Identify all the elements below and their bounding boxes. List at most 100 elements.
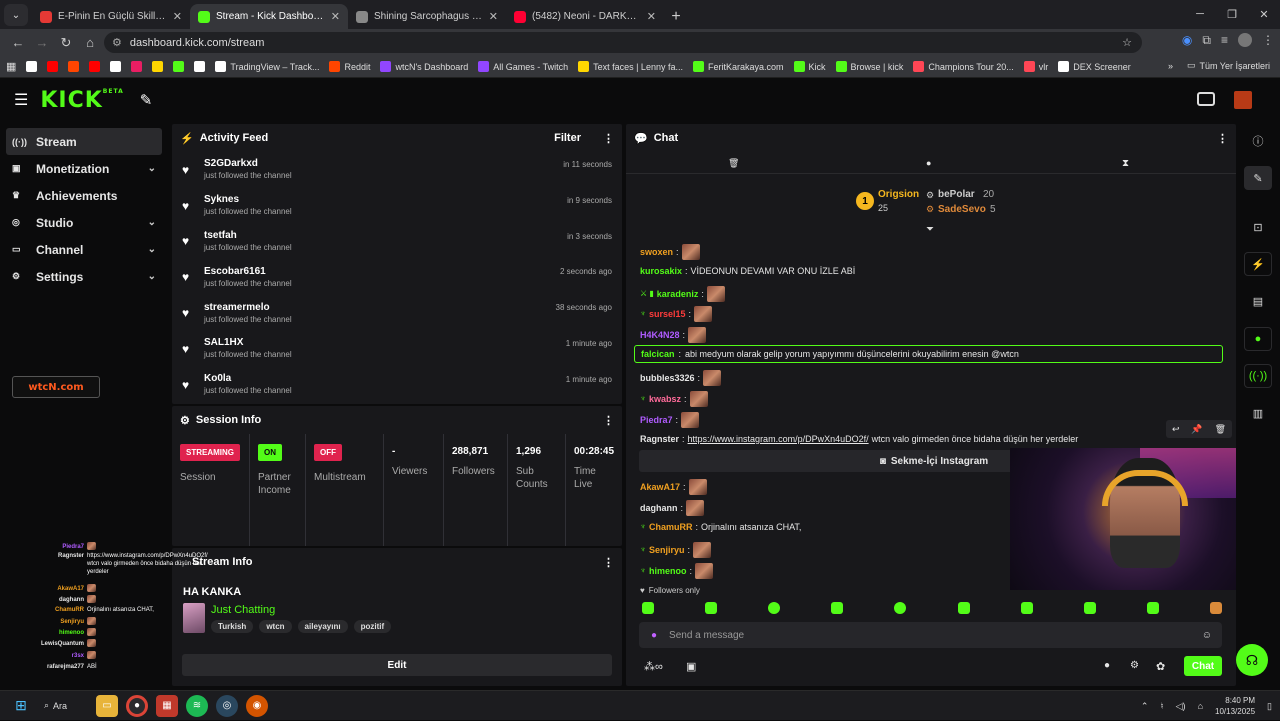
chevron-down-icon[interactable]: ⌄ (148, 217, 156, 228)
back-icon[interactable]: ← (6, 35, 30, 50)
leader-2-name[interactable]: bePolar (938, 189, 975, 200)
bookmark-star-icon[interactable]: ☆ (1122, 36, 1132, 49)
quick-emote[interactable] (1083, 602, 1096, 614)
bookmark-item[interactable]: FeritKarakaya.com (692, 61, 784, 72)
quick-emote[interactable] (768, 602, 781, 614)
reply-icon[interactable]: ↩ (1172, 424, 1180, 435)
bookmark-item[interactable]: TradingView – Track... (215, 61, 319, 72)
follower-name[interactable]: SAL1HX (204, 337, 292, 349)
bookmark-item[interactable]: DEX Screener (1058, 61, 1131, 72)
partner-on-badge[interactable]: ON (258, 444, 282, 461)
bookmark-item[interactable] (194, 61, 206, 72)
bookmark-item[interactable] (173, 61, 185, 72)
chrome-icon[interactable]: ● (126, 694, 148, 717)
tab-close-icon[interactable]: ✕ (647, 10, 656, 23)
quick-emote[interactable] (831, 602, 844, 614)
leader-1-name[interactable]: Origsion (878, 189, 919, 200)
emoji-picker-icon[interactable]: ☺ (1202, 630, 1212, 641)
support-fab[interactable]: ☊ (1236, 644, 1268, 676)
delete-icon[interactable]: 🗑 (1215, 424, 1226, 435)
browser-tab[interactable]: E-Pinin En Güçlü Skilli - Pindirin ✕ (32, 4, 190, 29)
bookmark-item[interactable]: Reddit (329, 61, 370, 72)
quick-emote[interactable] (1146, 602, 1159, 614)
close-window-button[interactable]: ✕ (1248, 0, 1280, 28)
site-info-icon[interactable]: ⚙ (112, 36, 122, 49)
more-bookmarks-icon[interactable]: » (1168, 61, 1173, 71)
bookmark-item[interactable] (131, 61, 143, 72)
follower-name[interactable]: Escobar6161 (204, 266, 292, 278)
volume-icon[interactable]: ◁) (1176, 701, 1186, 712)
tab-close-icon[interactable]: ✕ (489, 10, 498, 23)
filter-button[interactable]: Filter (554, 132, 581, 144)
browser-menu-icon[interactable]: ⋮ (1262, 33, 1274, 48)
quick-emote[interactable] (957, 602, 970, 614)
send-chat-button[interactable]: Chat (1184, 656, 1222, 676)
activity-menu-icon[interactable]: ⋮ (603, 132, 614, 145)
chat-username[interactable]: Piedra7 (640, 414, 673, 426)
sidebar-item-settings[interactable]: ⚙ Settings ⌄ (6, 263, 162, 290)
sidebar-item-achievements[interactable]: ♛ Achievements (6, 182, 162, 209)
reload-icon[interactable]: ↻ (54, 35, 78, 51)
tab-search-button[interactable]: ⌄ (4, 4, 28, 26)
follower-name[interactable]: Ko0la (204, 373, 292, 385)
chevron-down-icon[interactable]: ⌄ (148, 271, 156, 282)
store-icon[interactable]: ▣ (686, 660, 696, 673)
extension-icon[interactable]: ◉ (1182, 33, 1192, 48)
obs-icon[interactable]: ◉ (246, 694, 268, 717)
chat-input[interactable]: ● Send a message ☺ (639, 622, 1222, 648)
chat-username[interactable]: Senjiryu (649, 544, 685, 556)
chat-menu-icon[interactable]: ⋮ (1217, 132, 1228, 145)
hamburger-menu-icon[interactable]: ☰ (14, 90, 28, 110)
bookmark-item[interactable]: Browse | kick (835, 61, 903, 72)
address-bar[interactable]: ⚙ dashboard.kick.com/stream ☆ (104, 32, 1142, 53)
chat-rail-icon[interactable]: ● (1244, 327, 1272, 351)
chat-username[interactable]: kwabsz (649, 393, 681, 405)
stream-tag[interactable]: aileyayını (297, 620, 348, 633)
hourglass-icon[interactable]: ⧗ (1122, 158, 1129, 169)
bookmark-item[interactable] (26, 61, 38, 72)
edit-stream-button[interactable]: Edit (182, 654, 612, 676)
follower-name[interactable]: Syknes (204, 194, 292, 206)
document-icon[interactable]: ▤ (1244, 289, 1272, 313)
follower-name[interactable]: tsetfah (204, 230, 292, 242)
chat-username[interactable]: himenoo (649, 565, 687, 577)
stream-tag[interactable]: wtcn (259, 620, 292, 633)
leader-3-name[interactable]: SadeSevo (938, 204, 986, 215)
browser-tab[interactable]: (5482) Neoni - DARKSIDE (Offic ✕ (506, 4, 664, 29)
chat-username[interactable]: swoxen (640, 246, 673, 258)
kick-logo[interactable]: KICKBETA (40, 88, 123, 113)
bookmark-item[interactable]: Text faces | Lenny fa... (578, 61, 683, 72)
screenshot-icon[interactable]: ⊡ (1244, 215, 1272, 239)
stream-tag[interactable]: Turkish (211, 620, 254, 633)
info-icon[interactable]: ⓘ (1244, 129, 1272, 153)
chat-settings-icon[interactable]: ⚙ (1130, 660, 1139, 671)
bookmark-item[interactable]: wtcN's Dashboard (380, 61, 468, 72)
bookmark-item[interactable] (68, 61, 80, 72)
sidebar-item-channel[interactable]: ▭ Channel ⌄ (6, 236, 162, 263)
browser-tab[interactable]: Stream - Kick Dashboard ✕ (190, 4, 348, 29)
quick-emote[interactable] (894, 602, 907, 614)
chat-link[interactable]: https://www.instagram.com/p/DPwXn4uDO2f/ (688, 433, 869, 445)
sidebar-item-monetization[interactable]: ▣ Monetization ⌄ (6, 155, 162, 182)
tab-close-icon[interactable]: ✕ (331, 10, 340, 23)
microphone-tray-icon[interactable]: ♮ (1160, 701, 1163, 712)
session-menu-icon[interactable]: ⋮ (603, 414, 614, 427)
emotes-icon[interactable]: ✿ (1156, 660, 1165, 673)
app-icon[interactable]: ▦ (156, 694, 178, 717)
points-icon[interactable]: ⁂∞ (644, 660, 663, 673)
bookmark-item[interactable] (47, 61, 59, 72)
all-bookmarks-folder[interactable]: ▭ Tüm Yer İşaretleri (1187, 60, 1270, 71)
category-link[interactable]: Just Chatting (211, 604, 275, 616)
brush-icon[interactable]: ✎ (140, 91, 153, 109)
apps-grid-icon[interactable]: ▦ (6, 60, 16, 73)
bookmark-item[interactable] (89, 61, 101, 72)
stream-info-menu-icon[interactable]: ⋮ (603, 556, 614, 569)
browser-tab[interactable]: Shining Sarcophagus (series) | V ✕ (348, 4, 506, 29)
minimize-button[interactable]: ─ (1184, 0, 1216, 28)
file-explorer-icon[interactable]: ▭ (96, 694, 118, 717)
chat-username[interactable]: H4K4N28 (640, 329, 680, 341)
bookmark-item[interactable] (152, 61, 164, 72)
pin-icon[interactable]: 📌 (1191, 424, 1202, 435)
sidebar-item-stream[interactable]: ((·)) Stream (6, 128, 162, 155)
maximize-button[interactable]: ❐ (1216, 0, 1248, 28)
